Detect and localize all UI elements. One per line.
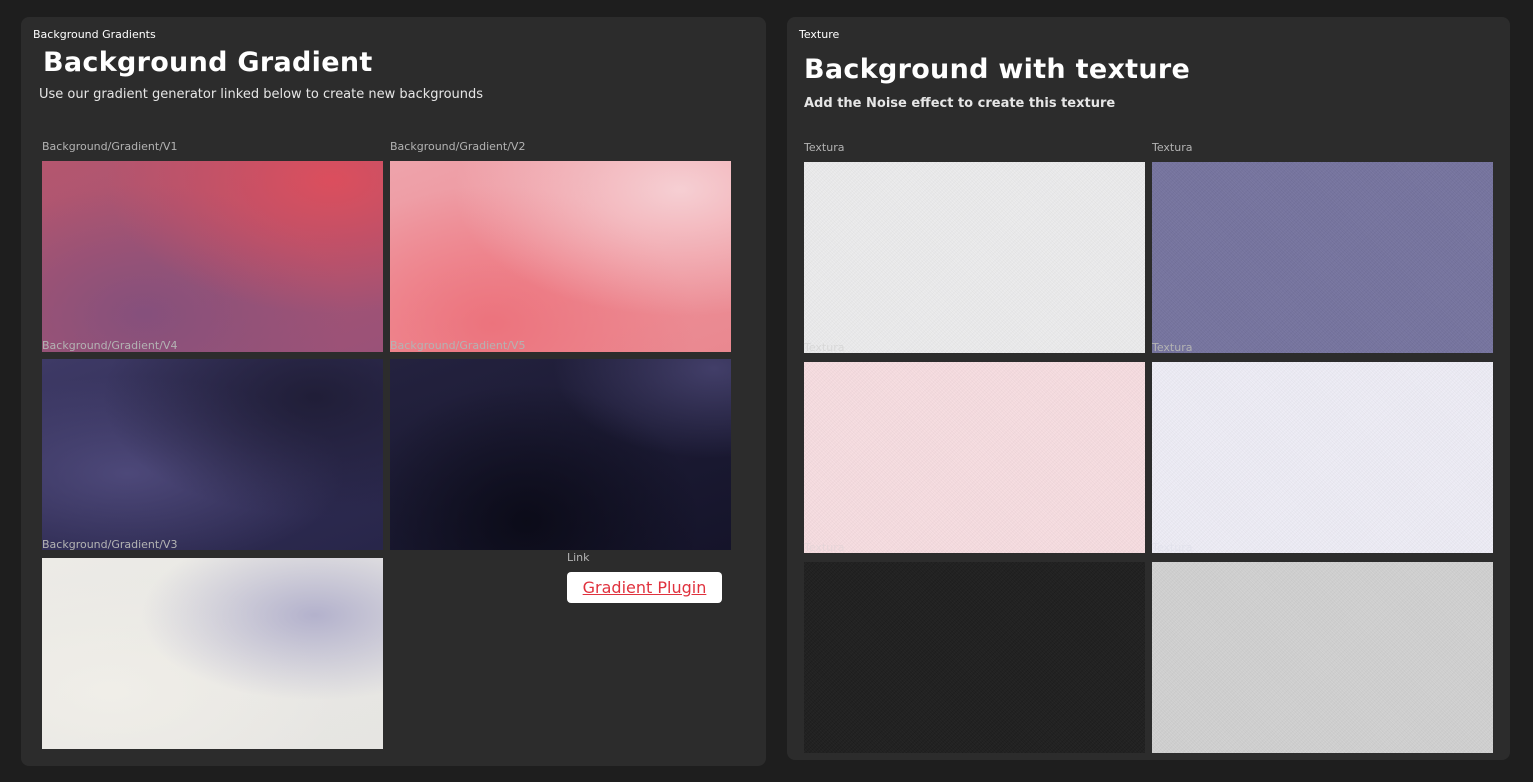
texture-caption: Textura	[804, 541, 845, 554]
texture-caption: Textura	[1152, 541, 1193, 554]
link-caption: Link	[567, 551, 590, 564]
page-subtitle: Add the Noise effect to create this text…	[804, 96, 1116, 111]
texture-caption: Textura	[1152, 341, 1193, 354]
gradient-swatch-v1[interactable]	[42, 161, 383, 352]
frame-label[interactable]: Texture	[794, 25, 845, 44]
texture-swatch-lavender[interactable]	[1152, 362, 1493, 553]
texture-swatch-purple[interactable]	[1152, 162, 1493, 353]
swatch-caption: Background/Gradient/V5	[390, 339, 526, 352]
texture-caption: Textura	[804, 341, 845, 354]
swatch-caption: Background/Gradient/V3	[42, 538, 178, 551]
swatch-caption: Background/Gradient/V1	[42, 140, 178, 153]
page-title: Background Gradient	[43, 47, 373, 78]
gradient-plugin-link[interactable]: Gradient Plugin	[567, 572, 722, 603]
texture-swatch-gray[interactable]	[1152, 562, 1493, 753]
swatch-caption: Background/Gradient/V2	[390, 140, 526, 153]
gradient-swatch-v2[interactable]	[390, 161, 731, 352]
frame-texture[interactable]: Texture Background with texture Add the …	[787, 17, 1510, 760]
frame-label[interactable]: Background Gradients	[28, 25, 161, 44]
gradient-swatch-v3[interactable]	[42, 558, 383, 749]
page-title: Background with texture	[804, 54, 1191, 85]
gradient-swatch-v5[interactable]	[390, 359, 731, 550]
page-subtitle: Use our gradient generator linked below …	[39, 87, 484, 102]
texture-swatch-light-gray[interactable]	[804, 162, 1145, 353]
texture-caption: Textura	[804, 141, 845, 154]
texture-swatch-pink[interactable]	[804, 362, 1145, 553]
frame-background-gradients[interactable]: Background Gradients Background Gradient…	[21, 17, 766, 766]
texture-swatch-black[interactable]	[804, 562, 1145, 753]
swatch-caption: Background/Gradient/V4	[42, 339, 178, 352]
gradient-swatch-v4[interactable]	[42, 359, 383, 550]
texture-caption: Textura	[1152, 141, 1193, 154]
